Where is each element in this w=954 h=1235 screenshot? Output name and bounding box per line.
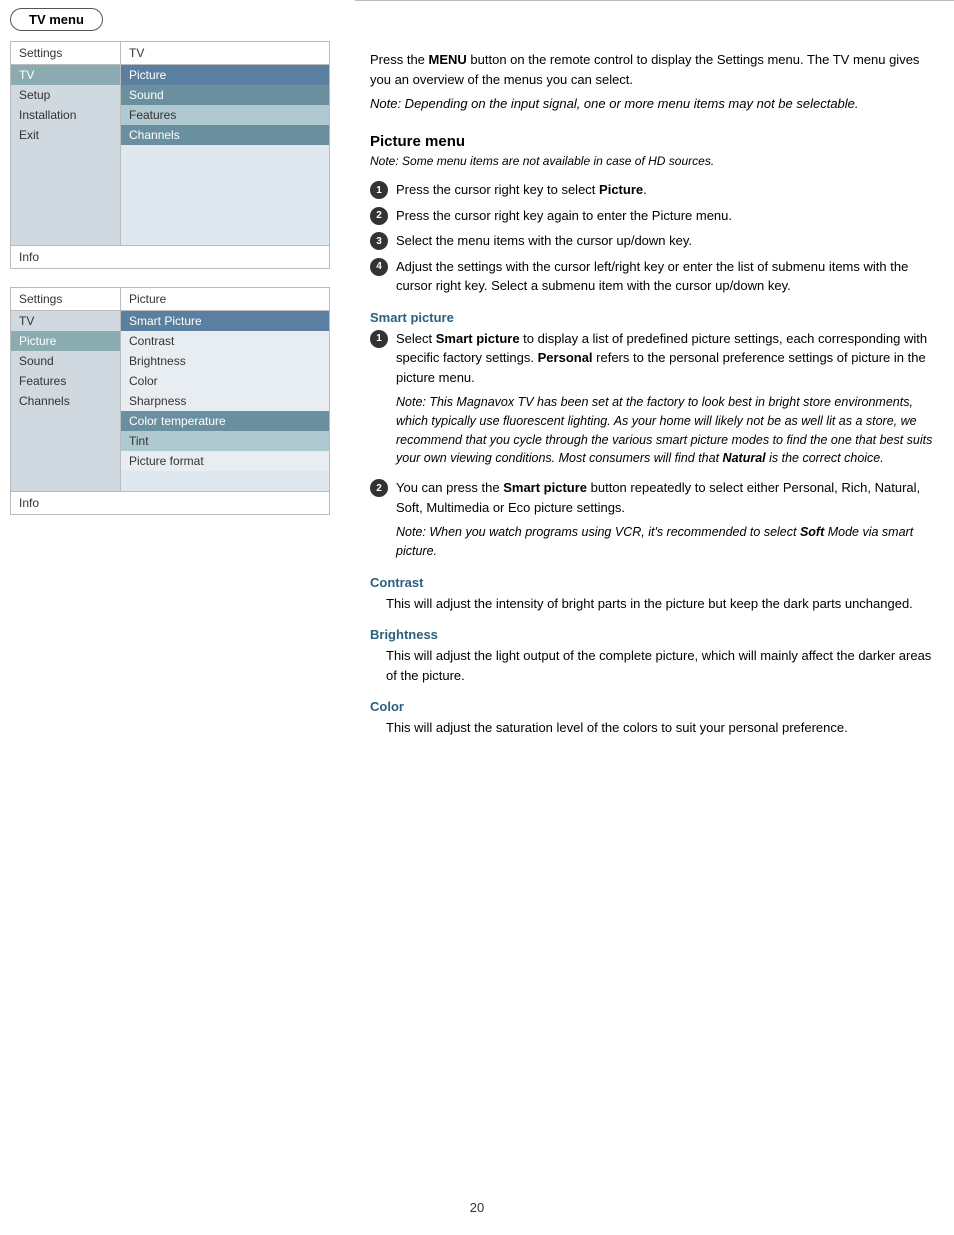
menu-item-picture-format[interactable]: Picture format <box>121 451 329 471</box>
menu-item-color-temp[interactable]: Color temperature <box>121 411 329 431</box>
menu-item-features-1[interactable]: Features <box>121 105 329 125</box>
step-4: 4 Adjust the settings with the cursor le… <box>370 257 934 296</box>
menu-item-brightness[interactable]: Brightness <box>121 351 329 371</box>
menu-header-tv: TV <box>121 42 329 64</box>
menu-right-col-1: Picture Sound Features Channels <box>121 65 329 245</box>
step-2: 2 Press the cursor right key again to en… <box>370 206 934 226</box>
menu-item-exit[interactable]: Exit <box>11 125 120 145</box>
menu-item-tint[interactable]: Tint <box>121 431 329 451</box>
menu-item-channels-left[interactable]: Channels <box>11 391 120 411</box>
menu-item-sharpness[interactable]: Sharpness <box>121 391 329 411</box>
contrast-body: This will adjust the intensity of bright… <box>386 594 934 614</box>
menu-empty-5 <box>11 225 120 245</box>
picture-menu-steps: 1 Press the cursor right key to select P… <box>370 180 934 296</box>
smart-step-2: 2 You can press the Smart picture button… <box>370 478 934 561</box>
menu-item-features-left[interactable]: Features <box>11 371 120 391</box>
menu-empty-2 <box>11 165 120 185</box>
menu-empty-l6 <box>11 411 120 431</box>
contrast-title: Contrast <box>370 575 934 590</box>
picture-menu-title: Picture menu <box>370 133 934 150</box>
menu-item-sound-left[interactable]: Sound <box>11 351 120 371</box>
menu-empty-r5 <box>121 225 329 245</box>
smart-step-2-text: You can press the Smart picture button r… <box>396 478 934 517</box>
menu-box-inner-1: TV Setup Installation Exit Picture Sound… <box>11 65 329 245</box>
menu-item-setup[interactable]: Setup <box>11 85 120 105</box>
menu-empty-r9 <box>121 471 329 491</box>
smart-step-1: 1 Select Smart picture to display a list… <box>370 329 934 469</box>
menu-empty-r2 <box>121 165 329 185</box>
intro-note: Note: Depending on the input signal, one… <box>370 95 934 113</box>
menu-item-installation[interactable]: Installation <box>11 105 120 125</box>
menu-item-channels-1[interactable]: Channels <box>121 125 329 145</box>
menu-empty-r1 <box>121 145 329 165</box>
step-3-text: Select the menu items with the cursor up… <box>396 231 692 251</box>
menu-left-col-2: TV Picture Sound Features Channels <box>11 311 121 491</box>
menu-item-tv-2[interactable]: TV <box>11 311 120 331</box>
menu-item-picture-left[interactable]: Picture <box>11 331 120 351</box>
step-2-text: Press the cursor right key again to ente… <box>396 206 732 226</box>
menu-empty-l8 <box>11 451 120 471</box>
smart-step-circle-2: 2 <box>370 479 388 497</box>
menu-item-picture-1[interactable]: Picture <box>121 65 329 85</box>
smart-step-2-note: Note: When you watch programs using VCR,… <box>396 523 934 561</box>
smart-step-1-text: Select Smart picture to display a list o… <box>396 329 934 388</box>
menu-empty-l9 <box>11 471 120 491</box>
menu-item-color[interactable]: Color <box>121 371 329 391</box>
menu-left-col-1: TV Setup Installation Exit <box>11 65 121 245</box>
menu-header-settings-2: Settings <box>11 288 121 310</box>
right-panel: Press the MENU button on the remote cont… <box>370 50 934 742</box>
color-body: This will adjust the saturation level of… <box>386 718 934 738</box>
smart-picture-title: Smart picture <box>370 310 934 325</box>
menu-item-smart-picture[interactable]: Smart Picture <box>121 311 329 331</box>
smart-picture-steps: 1 Select Smart picture to display a list… <box>370 329 934 561</box>
color-title: Color <box>370 699 934 714</box>
menu-empty-1 <box>11 145 120 165</box>
menu-empty-4 <box>11 205 120 225</box>
menu-box-2: Settings Picture TV Picture Sound Featur… <box>10 287 330 515</box>
menu-right-col-2: Smart Picture Contrast Brightness Color … <box>121 311 329 491</box>
menu-footer-1: Info <box>11 245 329 268</box>
menu-box-1: Settings TV TV Setup Installation Exit P… <box>10 41 330 269</box>
smart-step-circle-1: 1 <box>370 330 388 348</box>
intro-paragraph: Press the MENU button on the remote cont… <box>370 50 934 89</box>
step-1-text: Press the cursor right key to select Pic… <box>396 180 647 200</box>
menu-box-inner-2: TV Picture Sound Features Channels Smart… <box>11 311 329 491</box>
menu-item-contrast[interactable]: Contrast <box>121 331 329 351</box>
page-number: 20 <box>470 1200 484 1215</box>
smart-step-1-note: Note: This Magnavox TV has been set at t… <box>396 393 934 468</box>
step-circle-3: 3 <box>370 232 388 250</box>
step-circle-1: 1 <box>370 181 388 199</box>
menu-empty-r4 <box>121 205 329 225</box>
menu-footer-2: Info <box>11 491 329 514</box>
menu-header-1: Settings TV <box>11 42 329 65</box>
step-1: 1 Press the cursor right key to select P… <box>370 180 934 200</box>
step-circle-2: 2 <box>370 207 388 225</box>
left-panel: TV menu Settings TV TV Setup Installatio… <box>10 0 350 533</box>
step-3: 3 Select the menu items with the cursor … <box>370 231 934 251</box>
step-4-text: Adjust the settings with the cursor left… <box>396 257 934 296</box>
brightness-body: This will adjust the light output of the… <box>386 646 934 685</box>
menu-empty-3 <box>11 185 120 205</box>
menu-header-settings-1: Settings <box>11 42 121 64</box>
menu-empty-r3 <box>121 185 329 205</box>
brightness-title: Brightness <box>370 627 934 642</box>
menu-header-picture: Picture <box>121 288 329 310</box>
menu-item-sound-1[interactable]: Sound <box>121 85 329 105</box>
picture-menu-note: Note: Some menu items are not available … <box>370 154 934 168</box>
menu-empty-l7 <box>11 431 120 451</box>
menu-item-tv-1[interactable]: TV <box>11 65 120 85</box>
step-circle-4: 4 <box>370 258 388 276</box>
menu-header-2: Settings Picture <box>11 288 329 311</box>
tv-menu-tab[interactable]: TV menu <box>10 8 103 31</box>
menu-bold: MENU <box>429 52 467 67</box>
